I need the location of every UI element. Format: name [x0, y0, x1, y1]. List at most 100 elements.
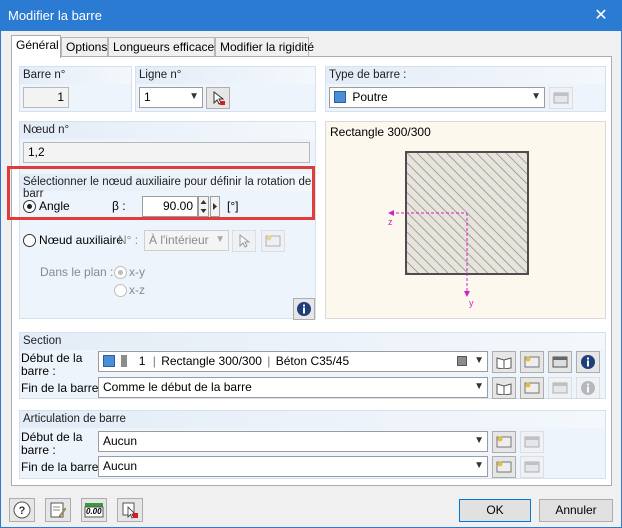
close-icon[interactable]: ✕: [581, 1, 621, 31]
chevron-down-icon: ▼: [215, 234, 225, 245]
hinge-end-value: Aucun: [103, 459, 138, 473]
material-gray-swatch: [457, 356, 467, 366]
svg-text:?: ?: [19, 505, 26, 517]
section-edit-button[interactable]: [548, 351, 572, 373]
value-display-button[interactable]: 0.00: [81, 498, 107, 522]
library-book-icon: [496, 383, 512, 395]
section-info-button[interactable]: [576, 351, 600, 373]
plane-xz-label: x-z: [129, 283, 145, 297]
aux-node-number-label: N° :: [118, 233, 139, 247]
value-display-text: 0.00: [86, 507, 102, 516]
angle-radio[interactable]: [23, 200, 36, 213]
member-type-edit-button[interactable]: [549, 87, 573, 109]
section-end-new-button[interactable]: [520, 377, 544, 399]
hinge-start-label: Début de la barre :: [21, 431, 82, 457]
beta-menu-button[interactable]: [210, 196, 220, 217]
section-library-button[interactable]: [492, 351, 516, 373]
line-number-value: 1: [144, 90, 151, 104]
section-start-label: Début de la barre :: [21, 352, 82, 378]
new-item-icon: [496, 436, 512, 448]
section-start-name: Rectangle 300/300: [161, 354, 262, 368]
plane-xy-label: x-y: [129, 265, 145, 279]
section-color-swatch: [103, 355, 115, 367]
section-start-label-line1: Début de la: [21, 351, 83, 365]
pick-aux-node-button[interactable]: [232, 230, 256, 252]
plane-xz-radio[interactable]: [114, 284, 127, 297]
section-start-material: Béton C35/45: [275, 354, 350, 368]
section-start-label-line2: barre :: [21, 364, 56, 378]
cancel-button[interactable]: Annuler: [539, 499, 613, 522]
section-material-swatch: [121, 355, 128, 367]
tab-effective-lengths[interactable]: Longueurs efficaces: [108, 37, 220, 57]
separator: |: [152, 354, 156, 368]
window-title: Modifier la barre: [8, 8, 102, 23]
edit-comment-button[interactable]: [45, 498, 71, 522]
member-type-value: Poutre: [352, 90, 388, 104]
info-icon: [581, 355, 595, 369]
section-end-value: Comme le début de la barre: [103, 380, 252, 394]
beta-label: β :: [112, 199, 126, 213]
hinge-header: Articulation de barre: [20, 411, 605, 428]
section-end-label: Fin de la barre :: [21, 381, 106, 395]
member-type-header: Type de barre :: [326, 67, 605, 84]
section-new-button[interactable]: [520, 351, 544, 373]
edit-dialog-icon: [552, 356, 568, 368]
section-end-select[interactable]: Comme le début de la barre ▼: [98, 377, 488, 398]
new-item-icon: [524, 356, 540, 368]
section-end-edit-button[interactable]: [548, 377, 572, 399]
hinge-end-select[interactable]: Aucun ▼: [98, 456, 488, 477]
help-button[interactable]: ?: [9, 498, 35, 522]
info-button[interactable]: [293, 298, 315, 320]
chevron-down-icon: ▼: [474, 460, 484, 471]
member-type-select[interactable]: Poutre ▼: [329, 87, 545, 108]
node-number-header: Nœud n°: [20, 122, 315, 139]
y-axis-arrow-icon: [464, 291, 470, 297]
new-item-icon: [496, 461, 512, 473]
notepad-edit-icon: [50, 502, 67, 518]
pick-line-button[interactable]: [206, 87, 230, 109]
section-header: Section: [20, 333, 605, 350]
hinge-end-edit-button[interactable]: [520, 456, 544, 478]
spin-arrows-icon: [200, 200, 207, 213]
line-number-header: Ligne n°: [136, 67, 315, 84]
aux-node-value: À l'intérieur: [149, 233, 209, 247]
new-aux-node-button[interactable]: [261, 230, 285, 252]
aux-node-radio[interactable]: [23, 234, 36, 247]
hinge-start-edit-button[interactable]: [520, 431, 544, 453]
section-start-select[interactable]: 1 | Rectangle 300/300 | Béton C35/45 ▼: [98, 351, 488, 372]
section-end-library-button[interactable]: [492, 377, 516, 399]
hinge-start-select[interactable]: Aucun ▼: [98, 431, 488, 452]
hinge-start-new-button[interactable]: [492, 431, 516, 453]
section-end-info-button[interactable]: [576, 377, 600, 399]
hinge-end-new-button[interactable]: [492, 456, 516, 478]
library-book-icon: [496, 357, 512, 369]
beta-input[interactable]: 90.00: [142, 196, 198, 217]
tab-modify-stiffness[interactable]: Modifier la rigidité: [215, 37, 314, 57]
y-axis-label: y: [469, 298, 474, 308]
select-graphic-button[interactable]: [117, 498, 143, 522]
line-number-select[interactable]: 1 ▼: [139, 87, 203, 108]
member-type-group: Type de barre : Poutre ▼: [325, 66, 606, 112]
member-number-field: 1: [23, 87, 69, 108]
rotation-header: Sélectionner le nœud auxiliaire pour déf…: [20, 174, 315, 200]
help-icon: ?: [13, 501, 31, 519]
pick-cursor-icon: [239, 233, 251, 248]
section-drawing: [388, 151, 529, 297]
z-axis-label: z: [388, 217, 393, 227]
tab-options[interactable]: Options: [61, 37, 108, 57]
plane-xy-radio[interactable]: [114, 266, 127, 279]
tab-general[interactable]: Général: [11, 35, 61, 58]
beta-spinner[interactable]: [198, 196, 209, 217]
section-preview: Rectangle 300/300 z y: [325, 121, 606, 319]
member-number-header: Barre n°: [20, 67, 131, 84]
node-number-group: Nœud n° 1,2: [19, 121, 316, 167]
aux-node-select[interactable]: À l'intérieur ▼: [144, 230, 229, 251]
angle-unit: [°]: [227, 199, 239, 213]
edit-dialog-icon: [552, 382, 568, 394]
hinge-start-value: Aucun: [103, 434, 138, 448]
member-type-color-swatch: [334, 91, 346, 103]
plane-label: Dans le plan :: [40, 265, 114, 279]
chevron-down-icon: ▼: [474, 355, 484, 366]
hinge-group: Articulation de barre Début de la barre …: [19, 410, 606, 479]
ok-button[interactable]: OK: [459, 499, 531, 522]
